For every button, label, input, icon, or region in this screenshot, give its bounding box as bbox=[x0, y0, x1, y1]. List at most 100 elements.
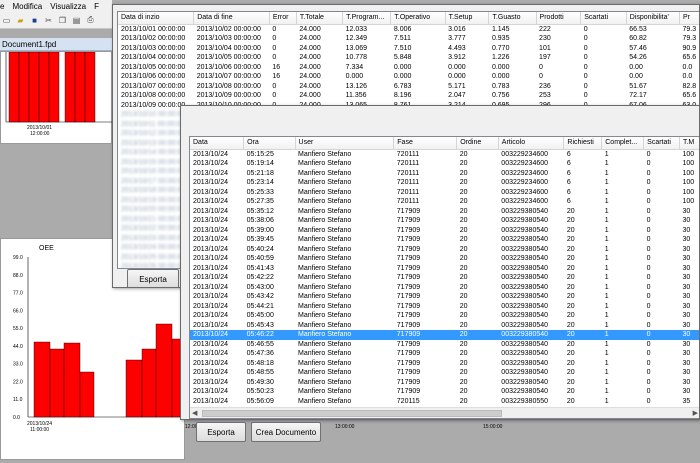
horizontal-scrollbar[interactable]: ◀ ▶ bbox=[190, 407, 699, 418]
table-row[interactable]: 2013/10/24 05:43:00 Manfiero Stefano 717909… bbox=[190, 283, 699, 293]
menu-item-f[interactable]: F bbox=[94, 2, 99, 11]
column-header[interactable]: Data di fine bbox=[193, 12, 270, 25]
column-header[interactable]: Fase bbox=[393, 137, 458, 150]
menu-item-modifica[interactable]: Modifica bbox=[12, 2, 42, 11]
table-cell: 20 bbox=[459, 160, 468, 167]
table-row[interactable]: 2013/10/24 05:27:35 Manfiero Stefano 720111… bbox=[190, 197, 699, 207]
paste-icon[interactable]: ▤ bbox=[71, 15, 82, 26]
table-cell: 720115 bbox=[396, 397, 420, 405]
table-row[interactable]: 2013/10/24 05:39:45 Manfiero Stefano 717909… bbox=[190, 235, 699, 245]
scroll-right-icon[interactable]: ▶ bbox=[693, 409, 698, 417]
table-row[interactable]: 2013/10/24 05:42:22 Manfiero Stefano 717909… bbox=[190, 273, 699, 283]
column-header[interactable]: User bbox=[295, 137, 395, 150]
column-header[interactable]: T.M bbox=[679, 137, 699, 150]
table-row[interactable]: 2013/10/24 05:15:25 Manfiero Stefano 720111… bbox=[190, 149, 699, 159]
bar bbox=[18, 51, 30, 123]
table-cell: 20 bbox=[459, 274, 468, 281]
table-row[interactable]: 2013/10/24 05:44:21 Manfiero Stefano 717909… bbox=[190, 302, 699, 312]
table-row[interactable]: 2013/10/24 05:19:14 Manfiero Stefano 720111… bbox=[190, 159, 699, 169]
copy-icon[interactable]: ❐ bbox=[57, 15, 68, 26]
table-row[interactable]: 2013/10/24 05:23:14 Manfiero Stefano 720111… bbox=[190, 178, 699, 188]
table-row[interactable]: 2013/10/07 00:00:00 2013/10/08 00:00:00 0 2… bbox=[118, 82, 699, 92]
column-header[interactable]: Ordine bbox=[456, 137, 499, 150]
table-row[interactable]: 2013/10/24 05:25:33 Manfiero Stefano 720111… bbox=[190, 188, 699, 198]
table-cell: Manfiero Stefano bbox=[298, 217, 352, 224]
column-header[interactable]: Data di inzio bbox=[118, 12, 195, 25]
table-row[interactable]: 2013/10/24 05:38:06 Manfiero Stefano 717909… bbox=[190, 216, 699, 226]
column-header[interactable]: T.Setup bbox=[445, 12, 490, 25]
document-tab[interactable]: Document1.fpd bbox=[0, 38, 112, 51]
print-icon[interactable]: ⎙ bbox=[85, 15, 96, 26]
table-cell: Manfiero Stefano bbox=[298, 236, 352, 243]
column-header[interactable]: T.Program... bbox=[342, 12, 392, 25]
table-cell: 2013/10/24 bbox=[193, 169, 229, 177]
cut-icon[interactable]: ✂ bbox=[43, 15, 54, 26]
table-cell: 2013/10/24 bbox=[193, 397, 229, 405]
table-cell: 717909 bbox=[396, 369, 421, 376]
scrollbar-thumb[interactable] bbox=[202, 410, 502, 417]
column-header[interactable]: Disponibilita' bbox=[626, 12, 680, 25]
table-row[interactable]: 2013/10/24 05:46:55 Manfiero Stefano 717909… bbox=[190, 340, 699, 350]
table-row[interactable]: 2013/10/24 05:50:23 Manfiero Stefano 717909… bbox=[190, 387, 699, 397]
table-row[interactable]: 2013/10/02 00:00:00 2013/10/03 00:00:00 0 2… bbox=[118, 34, 699, 44]
table-row[interactable]: 2013/10/24 05:41:43 Manfiero Stefano 717909… bbox=[190, 264, 699, 274]
table-row[interactable]: 2013/10/24 05:40:59 Manfiero Stefano 717909… bbox=[190, 254, 699, 264]
table-row[interactable]: 2013/10/03 00:00:00 2013/10/04 00:00:00 0 2… bbox=[118, 44, 699, 54]
table-row[interactable]: 2013/10/24 05:48:55 Manfiero Stefano 717909… bbox=[190, 368, 699, 378]
table-row[interactable]: 2013/10/24 05:43:42 Manfiero Stefano 717909… bbox=[190, 292, 699, 302]
table-cell: 0 bbox=[646, 312, 651, 319]
table-cell: 0.000 bbox=[345, 73, 364, 80]
table-row[interactable]: 2013/10/24 05:56:09 Manfiero Stefano 720115… bbox=[190, 397, 699, 407]
export-button-summary[interactable]: Esporta bbox=[127, 269, 179, 287]
table-cell: 0.783 bbox=[491, 82, 510, 90]
column-header[interactable]: Scartati bbox=[580, 12, 627, 25]
table-row[interactable]: 2013/10/06 00:00:00 2013/10/07 00:00:00 16… bbox=[118, 72, 699, 82]
table-cell: 05:48:18 bbox=[246, 359, 274, 367]
table-row[interactable]: 2013/10/01 00:00:00 2013/10/02 00:00:00 0 2… bbox=[118, 24, 699, 34]
column-header[interactable]: T.Operativo bbox=[390, 12, 446, 25]
table-row[interactable]: 2013/10/08 00:00:00 2013/10/09 00:00:00 0 2… bbox=[118, 91, 699, 101]
table-cell: Manfiero Stefano bbox=[298, 397, 352, 405]
table-row[interactable]: 2013/10/24 05:21:18 Manfiero Stefano 720111… bbox=[190, 169, 699, 179]
column-header[interactable]: Complet... bbox=[601, 137, 645, 150]
save-icon[interactable]: ■ bbox=[29, 15, 40, 26]
column-header[interactable]: Articolo bbox=[498, 137, 565, 150]
table-row[interactable]: 2013/10/24 05:35:12 Manfiero Stefano 717909… bbox=[190, 207, 699, 217]
table-row[interactable]: 2013/10/24 05:45:43 Manfiero Stefano 717909… bbox=[190, 321, 699, 331]
column-header[interactable]: Scartati bbox=[643, 137, 680, 150]
table-row[interactable]: 2013/10/24 05:40:24 Manfiero Stefano 717909… bbox=[190, 245, 699, 255]
column-header[interactable]: T.Totale bbox=[296, 12, 344, 25]
table-cell: 24.000 bbox=[299, 92, 321, 99]
table-cell: 20 bbox=[566, 359, 575, 367]
new-document-icon[interactable]: ▭ bbox=[1, 15, 12, 26]
table-row[interactable]: 2013/10/24 05:49:30 Manfiero Stefano 717909… bbox=[190, 378, 699, 388]
table-cell: 79.3 bbox=[682, 25, 697, 33]
table-row[interactable]: 2013/10/24 05:39:00 Manfiero Stefano 717909… bbox=[190, 226, 699, 236]
table-row[interactable]: 2013/10/24 05:47:36 Manfiero Stefano 717909… bbox=[190, 349, 699, 359]
table-cell: 0.0 bbox=[682, 73, 693, 80]
column-header[interactable]: Error bbox=[269, 12, 297, 25]
table-cell: Manfiero Stefano bbox=[298, 302, 352, 310]
scroll-left-icon[interactable]: ◀ bbox=[192, 409, 197, 417]
table-cell: 82.8 bbox=[682, 82, 697, 90]
table-row[interactable]: 2013/10/05 00:00:00 2013/10/06 00:00:00 16… bbox=[118, 63, 699, 73]
column-header[interactable]: Prodotti bbox=[536, 12, 582, 25]
table-cell: Manfiero Stefano bbox=[298, 293, 352, 300]
menu-item-visualizza[interactable]: Visualizza bbox=[50, 2, 86, 11]
table-row[interactable]: 2013/10/24 05:48:18 Manfiero Stefano 717909… bbox=[190, 359, 699, 369]
column-header[interactable]: Richiesti bbox=[563, 137, 603, 150]
table-cell: 13.126 bbox=[345, 82, 368, 90]
column-header[interactable]: T.Guasto bbox=[488, 12, 537, 25]
export-button-detail[interactable]: Esporta bbox=[196, 422, 246, 442]
table-row[interactable]: 2013/10/24 05:45:00 Manfiero Stefano 717909… bbox=[190, 311, 699, 321]
detail-grid[interactable]: Data Ora User Fase Ordine Articolo Richiesti Co… bbox=[189, 136, 699, 419]
table-row[interactable]: 2013/10/04 00:00:00 2013/10/05 00:00:00 0 2… bbox=[118, 53, 699, 63]
table-row[interactable]: 2013/10/24 05:46:22 Manfiero Stefano 717909… bbox=[190, 330, 699, 340]
column-header[interactable]: Data bbox=[190, 137, 245, 150]
table-cell: 05:45:43 bbox=[246, 321, 274, 329]
menu-item-file[interactable]: e bbox=[0, 2, 4, 11]
open-folder-icon[interactable]: ▰ bbox=[15, 15, 26, 26]
column-header[interactable]: Pr bbox=[679, 12, 699, 25]
column-header[interactable]: Ora bbox=[243, 137, 296, 150]
create-document-button[interactable]: Crea Documento bbox=[251, 422, 321, 442]
